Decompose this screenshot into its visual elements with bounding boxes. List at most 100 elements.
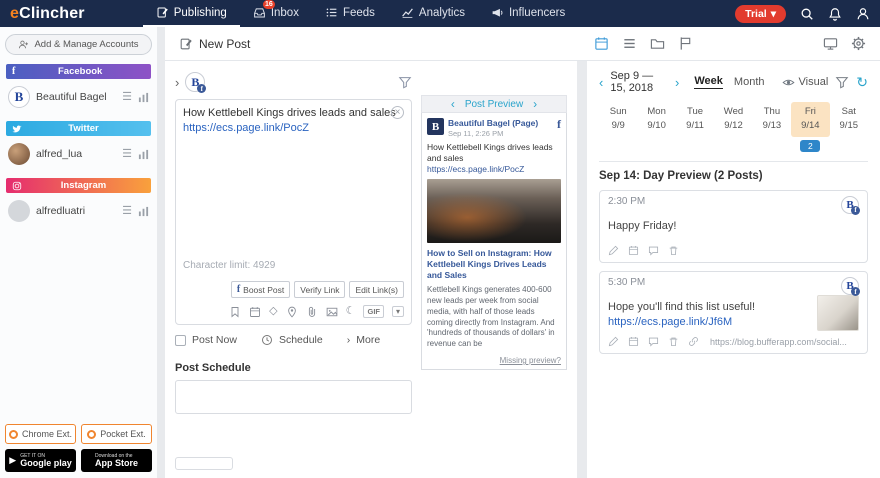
account-row-facebook[interactable]: B Beautiful Bagel ☰ bbox=[5, 82, 152, 112]
day-cell-tue[interactable]: Tue 9/11 bbox=[676, 102, 714, 137]
delete-icon[interactable] bbox=[668, 336, 679, 347]
hamburger-icon[interactable]: ☰ bbox=[122, 91, 132, 103]
edit-icon[interactable] bbox=[608, 336, 619, 347]
tab-week[interactable]: Week bbox=[694, 75, 723, 89]
day-cell-mon[interactable]: Mon 9/10 bbox=[637, 102, 675, 137]
app-store-badge[interactable]: Download on the App Store bbox=[81, 449, 152, 472]
hamburger-icon[interactable]: ☰ bbox=[122, 205, 132, 217]
calendar-icon[interactable] bbox=[628, 245, 639, 256]
prev-week-icon[interactable]: ‹ bbox=[599, 75, 603, 90]
filter-icon[interactable] bbox=[398, 75, 412, 89]
more-button[interactable]: More bbox=[356, 334, 380, 346]
day-cell-wed[interactable]: Wed 9/12 bbox=[714, 102, 752, 137]
day-cell-sat[interactable]: Sat 9/15 bbox=[830, 102, 868, 137]
day-cell-sun[interactable]: Sun 9/9 bbox=[599, 102, 637, 137]
stats-icon[interactable] bbox=[138, 149, 149, 160]
image-icon[interactable] bbox=[326, 306, 338, 318]
google-play-badge[interactable]: ▶ GET IT ON Google play bbox=[5, 449, 76, 472]
gear-icon[interactable] bbox=[851, 36, 866, 51]
caret-down-icon: ▾ bbox=[770, 7, 776, 20]
post-preview-title: Post Preview bbox=[464, 98, 524, 110]
hamburger-icon[interactable]: ☰ bbox=[122, 148, 132, 160]
folder-icon[interactable] bbox=[650, 36, 665, 51]
preview-link-description: Kettlebell Kings generates 400-600 new l… bbox=[427, 285, 555, 349]
pocket-extension-button[interactable]: Pocket Ext. bbox=[81, 424, 152, 444]
twitter-network-bar[interactable]: Twitter bbox=[6, 121, 151, 136]
scheduled-post-card[interactable]: 2:30 PM Bf Happy Friday! bbox=[599, 189, 868, 264]
chevron-expand-icon[interactable]: › bbox=[175, 75, 179, 90]
schedule-button[interactable]: Schedule bbox=[279, 334, 323, 346]
post-text-input[interactable]: How Kettlebell Kings drives leads and sa… bbox=[183, 106, 404, 256]
attachment-icon[interactable] bbox=[306, 306, 318, 318]
user-icon[interactable] bbox=[856, 7, 870, 21]
add-manage-accounts-button[interactable]: Add & Manage Accounts bbox=[5, 34, 152, 55]
calendar-icon[interactable] bbox=[594, 36, 609, 51]
nav-feeds-label: Feeds bbox=[342, 6, 375, 19]
refresh-icon[interactable]: ↻ bbox=[856, 74, 868, 91]
stats-icon[interactable] bbox=[138, 206, 149, 217]
post-link[interactable]: https://ecs.page.link/PocZ bbox=[183, 122, 309, 134]
app-logo[interactable]: eClincher bbox=[10, 5, 85, 23]
edit-icon[interactable] bbox=[608, 245, 619, 256]
nav-influencers[interactable]: Influencers bbox=[478, 0, 578, 27]
post-time: 2:30 PM bbox=[608, 195, 646, 207]
comment-icon[interactable] bbox=[648, 245, 659, 256]
post-link[interactable]: https://ecs.page.link/Jf6M bbox=[608, 316, 732, 328]
bell-icon[interactable] bbox=[828, 7, 842, 21]
post-now-checkbox[interactable] bbox=[175, 334, 186, 346]
bookmark-icon[interactable] bbox=[229, 306, 241, 318]
tab-visual[interactable]: Visual bbox=[782, 76, 828, 89]
list-view-icon[interactable] bbox=[622, 36, 637, 51]
preview-link-title[interactable]: How to Sell on Instagram: How Kettlebell… bbox=[427, 248, 561, 281]
post-schedule-box[interactable] bbox=[175, 380, 412, 414]
edit-links-button[interactable]: Edit Link(s) bbox=[349, 281, 404, 298]
gif-button[interactable]: GIF bbox=[363, 305, 384, 318]
publishing-icon bbox=[156, 6, 169, 19]
account-row-instagram[interactable]: alfredluatri ☰ bbox=[5, 196, 152, 226]
facebook-badge-icon: f bbox=[197, 84, 207, 93]
chevron-left-icon[interactable]: ‹ bbox=[451, 97, 455, 111]
calendar-icon[interactable] bbox=[628, 336, 639, 347]
chevron-right-icon[interactable]: › bbox=[533, 97, 537, 111]
chrome-extension-button[interactable]: Chrome Ext. bbox=[5, 424, 76, 444]
tab-month[interactable]: Month bbox=[734, 76, 765, 88]
post-count-badge[interactable]: 2 bbox=[800, 139, 821, 152]
account-row-twitter[interactable]: alfred_lua ☰ bbox=[5, 139, 152, 169]
calendar-icon[interactable] bbox=[249, 306, 261, 318]
missing-preview-link[interactable]: Missing preview? bbox=[427, 356, 561, 365]
location-pin-icon[interactable] bbox=[286, 306, 298, 318]
inbox-count-badge: 16 bbox=[263, 0, 275, 9]
comment-icon[interactable] bbox=[648, 336, 659, 347]
composer-panel: › Bf How Kettlebell Kings drives leads a… bbox=[165, 61, 577, 478]
week-days-grid: Sun 9/9 Mon 9/10 Tue 9/11 Wed 9/12 Thu 9/13 F… bbox=[599, 102, 868, 137]
flag-icon[interactable] bbox=[678, 36, 693, 51]
nav-feeds[interactable]: Feeds bbox=[312, 0, 388, 27]
screen-icon[interactable] bbox=[823, 36, 838, 51]
compose-tools-row: ◇ ☾ GIF ▾ bbox=[183, 305, 404, 318]
day-cell-thu[interactable]: Thu 9/13 bbox=[753, 102, 791, 137]
trial-button[interactable]: Trial ▾ bbox=[735, 4, 786, 23]
preview-card-header: B Beautiful Bagel (Page) Sep 11, 2:26 PM… bbox=[427, 118, 561, 138]
post-footer-link[interactable]: https://blog.bufferapp.com/social... bbox=[710, 337, 847, 347]
verify-link-button[interactable]: Verify Link bbox=[294, 281, 346, 298]
boost-post-button[interactable]: f Boost Post bbox=[230, 281, 291, 298]
scheduled-post-card[interactable]: 5:30 PM Bf Hope you'll find this list us… bbox=[599, 271, 868, 355]
day-cell-fri-selected[interactable]: Fri 9/14 bbox=[791, 102, 830, 137]
search-icon[interactable] bbox=[800, 7, 814, 21]
delete-icon[interactable] bbox=[668, 245, 679, 256]
nav-analytics[interactable]: Analytics bbox=[388, 0, 478, 27]
next-week-icon[interactable]: › bbox=[675, 75, 679, 90]
more-tools-dropdown[interactable]: ▾ bbox=[391, 306, 404, 317]
nav-publishing[interactable]: Publishing bbox=[142, 0, 240, 27]
diamond-tag-icon[interactable]: ◇ bbox=[269, 306, 277, 317]
preview-post-link[interactable]: https://ecs.page.link/PocZ bbox=[427, 164, 524, 174]
facebook-network-bar[interactable]: f Facebook bbox=[6, 64, 151, 79]
crescent-icon[interactable]: ☾ bbox=[346, 306, 356, 317]
nav-inbox[interactable]: 16 Inbox bbox=[240, 0, 312, 27]
stats-icon[interactable] bbox=[138, 92, 149, 103]
instagram-network-bar[interactable]: Instagram bbox=[6, 178, 151, 193]
filter-icon[interactable] bbox=[835, 75, 849, 89]
collapsed-section-stub[interactable] bbox=[175, 457, 233, 470]
nav-analytics-label: Analytics bbox=[418, 6, 465, 19]
close-icon[interactable]: × bbox=[391, 106, 404, 119]
